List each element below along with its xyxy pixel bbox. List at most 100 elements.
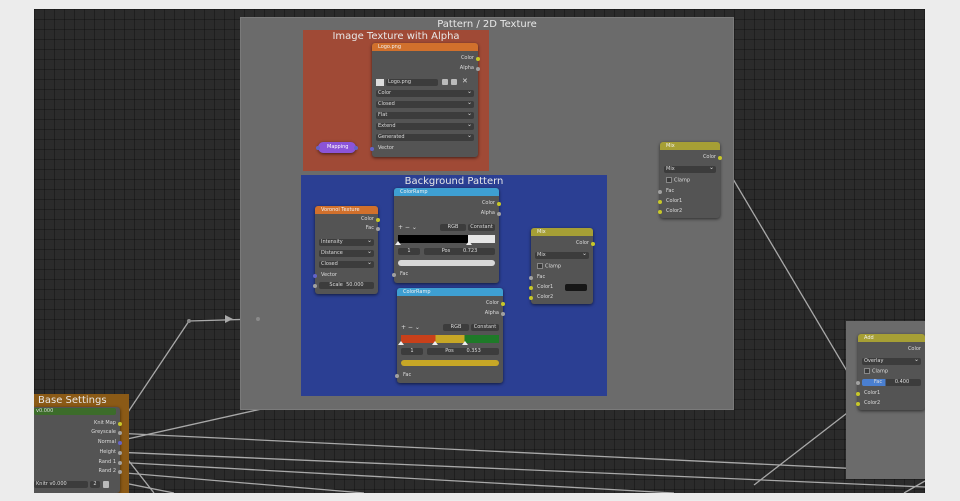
output-normal: Normal [97,439,116,445]
node-header[interactable]: Mix [531,228,593,236]
group-datablock-field[interactable]: v0.000 [34,408,116,415]
stop-color-swatch[interactable] [401,360,499,366]
socket-input-vector[interactable] [316,146,320,150]
socket-output-alpha[interactable] [497,212,501,216]
socket-input-color1[interactable] [529,286,533,290]
stop-color-swatch[interactable] [398,260,495,266]
socket-output-alpha[interactable] [476,67,480,71]
node-header[interactable]: Logo.png [372,43,478,51]
source-dropdown[interactable]: Generated [376,134,474,141]
node-header[interactable]: Add [858,334,925,342]
socket-input-vector[interactable] [313,274,317,278]
socket-input-fac[interactable] [392,273,396,277]
socket-output-color[interactable] [476,57,480,61]
socket-output-normal[interactable] [118,441,122,445]
node-header[interactable]: ColorRamp [394,188,499,196]
blend-mode-dropdown[interactable]: Overlay [862,358,921,365]
socket-input-color2[interactable] [856,402,860,406]
copy-icon[interactable] [442,79,448,85]
socket-output-color[interactable] [591,242,595,246]
group-name-field[interactable]: Knitr v0.000 [34,481,88,488]
ramp-stop-1[interactable] [466,241,472,245]
node-editor-canvas[interactable]: Pattern / 2D Texture Image Texture with … [34,9,925,493]
socket-output-rand-2[interactable] [118,470,122,474]
feature-dropdown[interactable]: Closed [319,261,374,268]
add-node[interactable]: Add Color Overlay Clamp Fac 0.400 Color1… [856,334,925,410]
reroute-node[interactable] [187,319,191,323]
output-fac: Fac [365,225,374,231]
clamp-checkbox[interactable]: Clamp [862,368,921,375]
color-ramp-gradient[interactable] [398,235,495,243]
ramp-stop-0[interactable] [395,241,401,245]
socket-input-scale[interactable] [313,284,317,288]
color-mode-dropdown[interactable]: RGB [440,224,466,231]
socket-input-fac[interactable] [395,374,399,378]
pos-value: 0.723 [462,248,478,254]
image-texture-node[interactable]: Logo.png Color Alpha Logo.png ✕ Color Cl… [370,43,480,157]
socket-input-fac[interactable] [856,381,860,385]
ramp-stop-2[interactable] [462,341,468,345]
stop-position-field[interactable]: Pos 0.353 [427,348,499,355]
output-color: Color [360,216,374,222]
folder-icon[interactable] [451,79,457,85]
socket-input-vector[interactable] [370,147,374,151]
stop-index-field[interactable]: 1 [398,248,420,255]
image-filename[interactable]: Logo.png [386,79,438,86]
color1-swatch[interactable] [565,284,587,291]
socket-output-color[interactable] [497,202,501,206]
socket-output-vector[interactable] [354,146,358,150]
node-header[interactable]: Mix [660,142,720,150]
color-space-dropdown[interactable]: Color [376,90,474,97]
socket-output-color[interactable] [376,218,380,222]
socket-input-color1[interactable] [856,392,860,396]
blend-mode-dropdown[interactable]: Mix [664,166,716,173]
ramp-stop-0[interactable] [398,341,404,345]
ramp-stop-1[interactable] [432,341,438,345]
socket-input-fac[interactable] [658,190,662,194]
node-header[interactable]: ColorRamp [397,288,503,296]
stop-position-field[interactable]: Pos 0.723 [424,248,495,255]
stop-index-field[interactable]: 1 [401,348,423,355]
mix-node-right[interactable]: Mix Color Mix Clamp Fac Color1 Color2 [658,142,722,218]
link-to-add-color2 [753,402,861,486]
scale-field[interactable]: Scale 50.000 [319,282,374,289]
socket-output-rand-1[interactable] [118,461,122,465]
mapping-node[interactable]: Mapping [316,142,358,153]
socket-output-alpha[interactable] [501,312,505,316]
voronoi-texture-node[interactable]: Voronoi Texture Color Fac Intensity Dist… [313,206,380,294]
socket-input-color1[interactable] [658,200,662,204]
node-header[interactable]: Voronoi Texture [315,206,378,214]
colorramp-node-1[interactable]: ColorRamp Color Alpha + − ⌄ RGB Constant… [392,188,501,283]
socket-output-color[interactable] [718,156,722,160]
extension-dropdown[interactable]: Extend [376,123,474,130]
fake-user-icon[interactable] [103,481,109,488]
input-vector: Vector [321,272,337,278]
socket-output-color[interactable] [501,302,505,306]
socket-input-color2[interactable] [658,210,662,214]
color-ramp-gradient[interactable] [401,335,499,343]
colorramp-node-2[interactable]: ColorRamp Color Alpha + − ⌄ RGB Constant… [395,288,505,383]
close-icon[interactable]: ✕ [462,77,470,85]
user-count-field[interactable]: 2 [90,481,100,488]
image-icon[interactable] [376,79,384,86]
socket-input-fac[interactable] [529,276,533,280]
clamp-checkbox[interactable]: Clamp [664,177,716,184]
projection-dropdown[interactable]: Flat [376,112,474,119]
blend-mode-dropdown[interactable]: Mix [535,252,589,259]
clamp-checkbox[interactable]: Clamp [535,263,589,270]
socket-output-height[interactable] [118,451,122,455]
reroute-node[interactable] [256,317,260,321]
alpha-mode-dropdown[interactable]: Closed [376,101,474,108]
interpolation-dropdown[interactable]: Constant [468,224,495,231]
color-mode-dropdown[interactable]: RGB [443,324,469,331]
interpolation-dropdown[interactable]: Constant [471,324,499,331]
distance-dropdown[interactable]: Distance [319,250,374,257]
socket-output-greyscale[interactable] [118,431,122,435]
socket-input-color2[interactable] [529,296,533,300]
mix-node-inner[interactable]: Mix Color Mix Clamp Fac Color1 Color2 [529,228,595,304]
socket-output-fac[interactable] [376,227,380,231]
coloring-dropdown[interactable]: Intensity [319,239,374,246]
socket-output-knit-map[interactable] [118,422,122,426]
fac-slider[interactable]: Fac 0.400 [862,379,921,386]
base-settings-group-node[interactable]: v0.000 Knit Map Greyscale Normal Height … [34,407,122,493]
